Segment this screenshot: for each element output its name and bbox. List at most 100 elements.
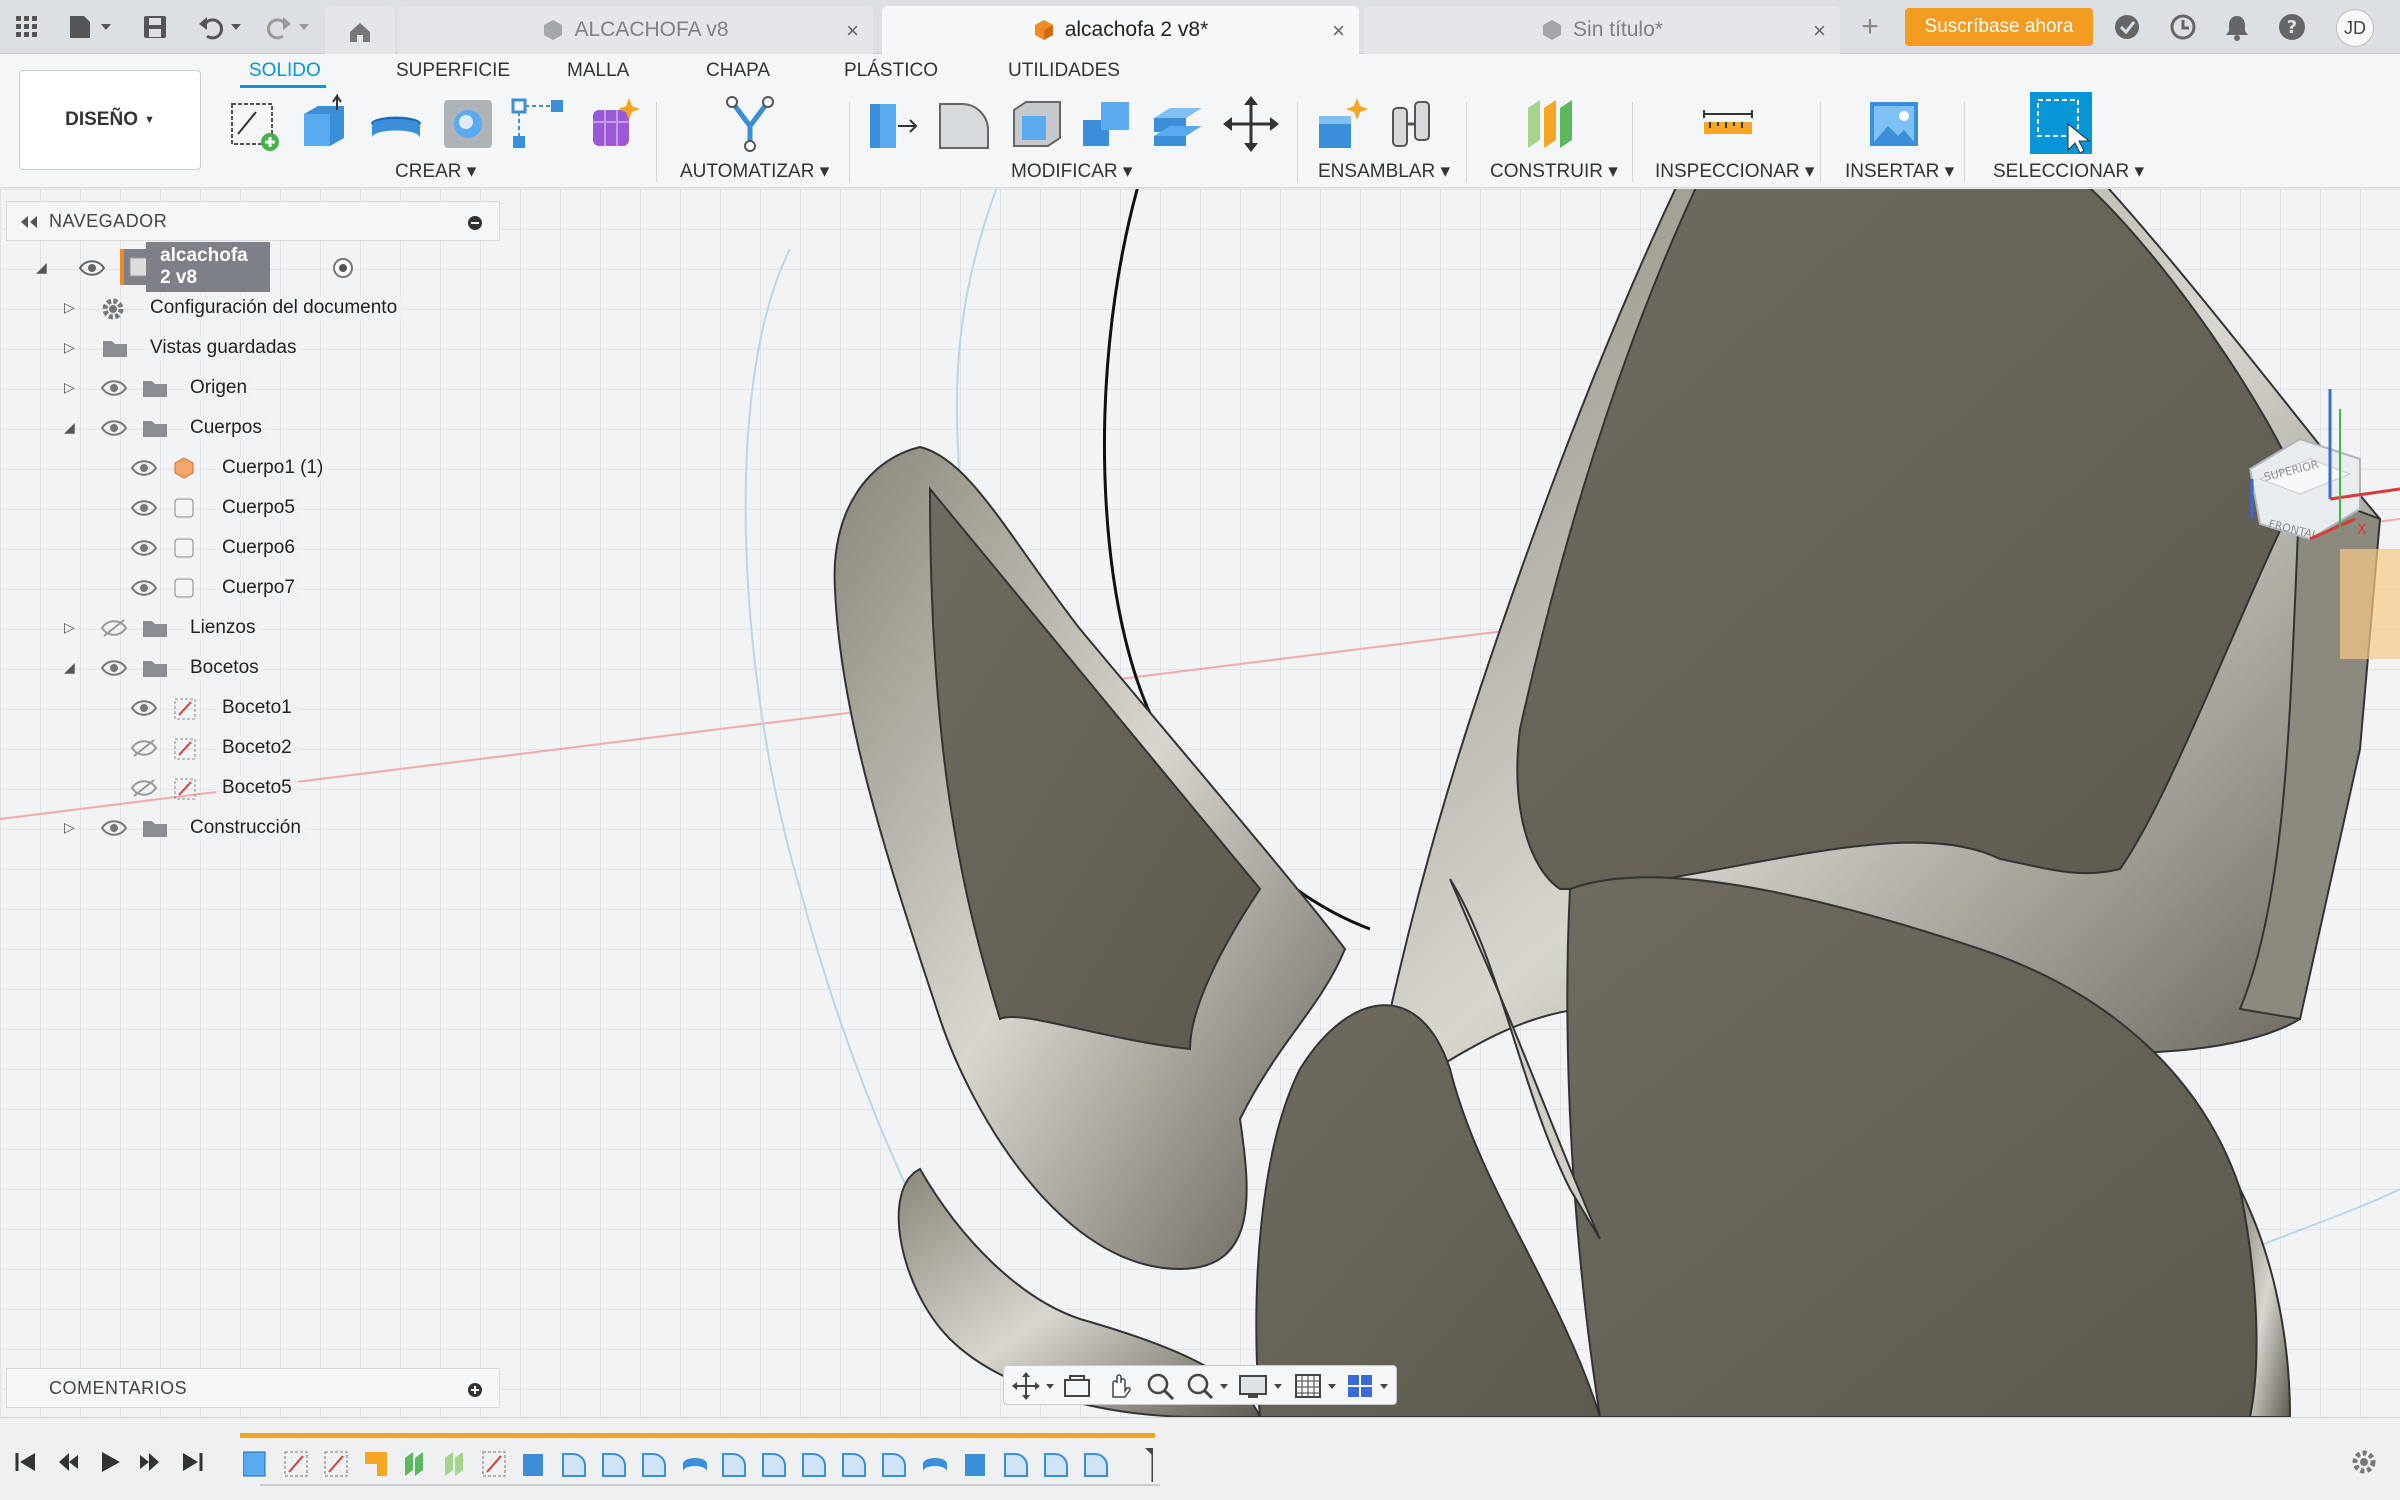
- timeline-settings-gear-icon[interactable]: [2350, 1448, 2378, 1476]
- expand-triangle-icon[interactable]: ▷: [64, 379, 75, 396]
- timeline-feature-fillet[interactable]: [882, 1453, 906, 1477]
- crear-group-label[interactable]: CREAR ▾: [395, 160, 476, 183]
- timeline-feature-fillet[interactable]: [1044, 1453, 1068, 1477]
- orbit-icon[interactable]: [1012, 1372, 1056, 1400]
- panel-options-icon[interactable]: [467, 215, 483, 231]
- timeline-feature-component[interactable]: [365, 1452, 387, 1476]
- tab-malla[interactable]: MALLA: [567, 60, 629, 82]
- tab-close-button[interactable]: ×: [846, 18, 859, 44]
- visibility-eye-icon[interactable]: [100, 418, 128, 438]
- save-icon[interactable]: [140, 12, 170, 42]
- job-status-icon[interactable]: [2168, 12, 2198, 42]
- extensions-icon[interactable]: [2112, 12, 2142, 42]
- tab-plastico[interactable]: PLÁSTICO: [844, 60, 938, 82]
- file-menu-icon[interactable]: [66, 12, 114, 42]
- automate-icon[interactable]: [720, 94, 780, 154]
- tab-superficie[interactable]: SUPERFICIE: [396, 60, 510, 82]
- timeline-feature-plane[interactable]: [445, 1452, 463, 1476]
- activate-radio-icon[interactable]: [332, 257, 354, 279]
- tree-item-boceto1[interactable]: Boceto1: [120, 690, 440, 726]
- zoom-icon[interactable]: [1146, 1372, 1176, 1400]
- tab-chapa[interactable]: CHAPA: [706, 60, 770, 82]
- undo-icon[interactable]: [196, 12, 246, 42]
- tab-close-button[interactable]: ×: [1332, 18, 1345, 44]
- tab-alcachofa-v8[interactable]: ALCACHOFA v8 ×: [398, 6, 873, 54]
- play-icon[interactable]: [98, 1450, 122, 1474]
- center-leaf[interactable]: [1255, 1004, 1602, 1417]
- visibility-eye-icon[interactable]: [130, 458, 158, 478]
- last-step-icon[interactable]: [180, 1450, 204, 1474]
- hidden-eye-icon[interactable]: [130, 778, 158, 798]
- pan-hand-icon[interactable]: [1104, 1371, 1134, 1401]
- tree-item-cuerpo7[interactable]: Cuerpo7: [120, 570, 440, 606]
- hidden-eye-icon[interactable]: [100, 618, 128, 638]
- home-tab[interactable]: [325, 6, 395, 54]
- tree-item-cuerpos[interactable]: ◢ Cuerpos: [60, 410, 440, 446]
- modificar-group-label[interactable]: MODIFICAR ▾: [1011, 160, 1132, 183]
- timeline-feature-canvas[interactable]: [242, 1451, 266, 1477]
- insert-image-icon[interactable]: [1864, 94, 1924, 154]
- timeline-feature-fillet[interactable]: [722, 1453, 746, 1477]
- press-pull-icon[interactable]: [862, 94, 922, 154]
- tab-utilidades[interactable]: UTILIDADES: [1008, 60, 1120, 82]
- expand-triangle-icon[interactable]: ▷: [64, 619, 75, 636]
- select-icon[interactable]: [2028, 90, 2094, 156]
- extrude-icon[interactable]: [294, 94, 354, 154]
- tree-item-cuerpo1[interactable]: Cuerpo1 (1): [120, 450, 440, 486]
- visibility-eye-icon[interactable]: [130, 538, 158, 558]
- browser-panel-header[interactable]: NAVEGADOR: [6, 201, 500, 241]
- tree-item-origen[interactable]: ▷ Origen: [60, 370, 440, 406]
- timeline-feature-fillet[interactable]: [642, 1453, 666, 1477]
- tree-item-configuracion[interactable]: ▷ Configuración del documento: [60, 290, 440, 326]
- inspeccionar-group-label[interactable]: INSPECCIONAR ▾: [1655, 160, 1814, 183]
- collapse-triangle-icon[interactable]: ◢: [64, 659, 75, 676]
- timeline-feature-revolve[interactable]: [683, 1458, 707, 1472]
- visibility-eye-icon[interactable]: [100, 378, 128, 398]
- seleccionar-group-label[interactable]: SELECCIONAR ▾: [1993, 160, 2144, 183]
- insertar-group-label[interactable]: INSERTAR ▾: [1845, 160, 1954, 183]
- timeline-feature-fillet[interactable]: [562, 1453, 586, 1477]
- create-form-icon[interactable]: [583, 94, 643, 154]
- look-at-icon[interactable]: [1062, 1372, 1092, 1400]
- visibility-eye-icon[interactable]: [130, 698, 158, 718]
- tab-alcachofa-2-v8[interactable]: alcachofa 2 v8* ×: [882, 6, 1359, 54]
- hole-icon[interactable]: [438, 94, 498, 154]
- tree-item-vistas[interactable]: ▷ Vistas guardadas: [60, 330, 440, 366]
- timeline-feature-fillet[interactable]: [842, 1453, 866, 1477]
- redo-icon[interactable]: [262, 12, 312, 42]
- previous-step-icon[interactable]: [56, 1450, 80, 1474]
- expand-triangle-icon[interactable]: ◢: [36, 259, 47, 276]
- measure-icon[interactable]: [1698, 94, 1758, 154]
- timeline-feature-revolve[interactable]: [923, 1458, 947, 1472]
- automatizar-group-label[interactable]: AUTOMATIZAR ▾: [680, 160, 829, 183]
- hidden-eye-icon[interactable]: [130, 738, 158, 758]
- comments-panel-header[interactable]: COMENTARIOS: [6, 1368, 500, 1408]
- combine-icon[interactable]: [1077, 94, 1137, 154]
- pattern-icon[interactable]: [509, 94, 569, 154]
- display-settings-icon[interactable]: [1238, 1372, 1286, 1400]
- tree-item-boceto5[interactable]: Boceto5: [120, 770, 440, 806]
- zoom-window-icon[interactable]: [1186, 1372, 1230, 1400]
- shell-icon[interactable]: [1006, 94, 1066, 154]
- new-tab-button[interactable]: +: [1855, 10, 1885, 43]
- timeline-feature-fillet[interactable]: [802, 1453, 826, 1477]
- timeline-feature-sketch[interactable]: [482, 1451, 506, 1477]
- timeline-feature-extrude[interactable]: [523, 1454, 543, 1476]
- collapse-panel-icon[interactable]: [19, 215, 39, 229]
- move-copy-icon[interactable]: [1221, 94, 1281, 154]
- timeline-feature-sketch[interactable]: [324, 1451, 348, 1477]
- tab-close-button[interactable]: ×: [1813, 18, 1826, 44]
- visibility-eye-icon[interactable]: [78, 258, 106, 278]
- help-icon[interactable]: ?: [2277, 12, 2307, 42]
- user-avatar[interactable]: JD: [2336, 9, 2374, 47]
- timeline-feature-sketch[interactable]: [284, 1451, 308, 1477]
- tree-item-cuerpo5[interactable]: Cuerpo5: [120, 490, 440, 526]
- notifications-icon[interactable]: [2222, 12, 2252, 42]
- visibility-eye-icon[interactable]: [100, 818, 128, 838]
- revolve-icon[interactable]: [366, 94, 426, 154]
- subscribe-button[interactable]: Suscríbase ahora: [1905, 8, 2093, 46]
- tree-item-boceto2[interactable]: Boceto2: [120, 730, 440, 766]
- create-sketch-icon[interactable]: [224, 94, 284, 154]
- timeline-feature-extrude[interactable]: [965, 1454, 985, 1476]
- expand-triangle-icon[interactable]: ▷: [64, 339, 75, 356]
